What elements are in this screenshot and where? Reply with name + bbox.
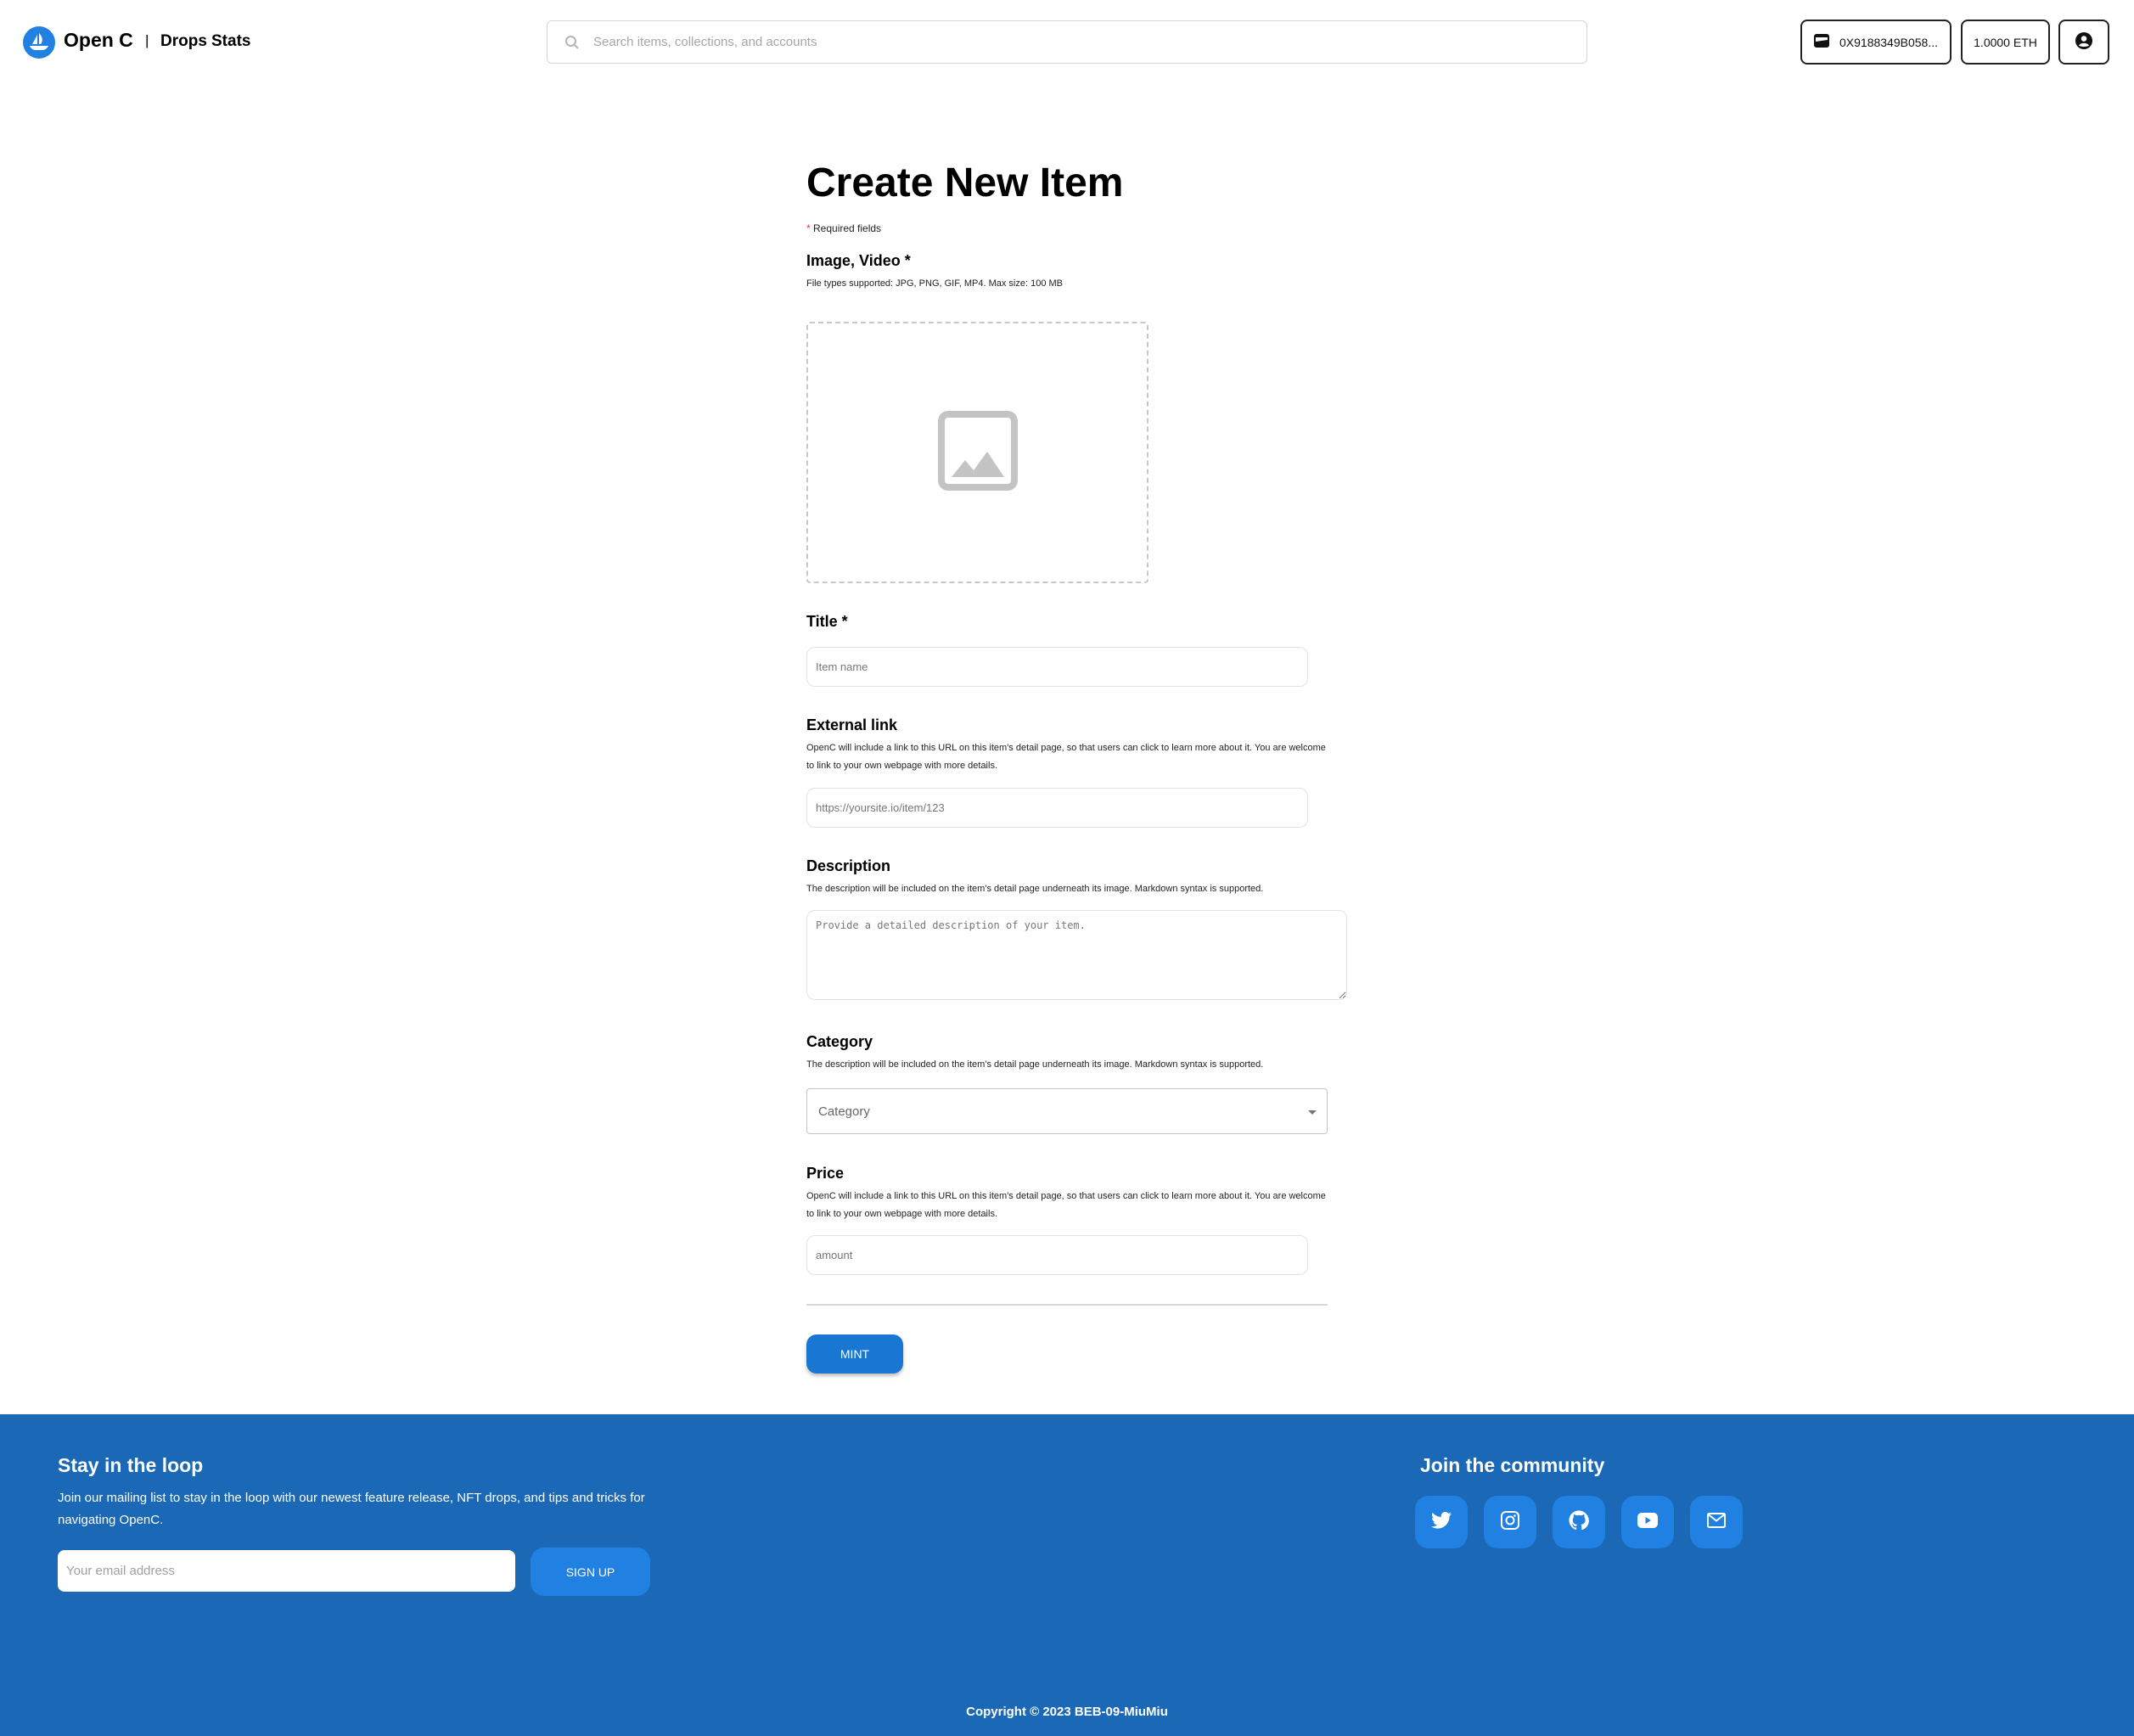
nav-separator: | [145,32,149,48]
required-fields-note: * Required fields [806,222,881,234]
copyright: Copyright © 2023 BEB-09-MiuMiu [966,1705,1168,1719]
github-link[interactable] [1553,1496,1605,1548]
twitter-icon [1431,1511,1452,1533]
brand-name[interactable]: Open C [64,29,133,52]
description-textarea[interactable] [806,910,1347,1000]
image-placeholder-icon [937,410,1018,495]
email-link[interactable] [1690,1496,1743,1548]
instagram-icon [1501,1510,1519,1534]
category-select[interactable]: Category [806,1088,1328,1134]
category-help: The description will be included on the … [806,1059,1264,1070]
newsletter-text: Join our mailing list to stay in the loo… [58,1491,645,1527]
instagram-link[interactable] [1484,1496,1536,1548]
social-links [1415,1496,1743,1548]
profile-button[interactable] [2058,20,2109,65]
newsletter-title: Stay in the loop [58,1454,204,1476]
email-icon [1707,1512,1726,1532]
external-link-label: External link [806,716,898,733]
logo-icon[interactable] [23,26,55,59]
description-help: The description will be included on the … [806,884,1264,894]
title-input[interactable] [806,647,1308,687]
wallet-address: 0X9188349B058... [1839,35,1938,49]
dropdown-arrow-icon [1308,1104,1317,1119]
media-dropzone[interactable] [806,322,1148,583]
search-bar[interactable] [547,20,1587,64]
price-input[interactable] [806,1235,1308,1275]
twitter-link[interactable] [1415,1496,1468,1548]
media-help: File types supported: JPG, PNG, GIF, MP4… [806,278,1063,289]
nav-link-stats[interactable]: Stats [211,32,250,51]
newsletter-email-input[interactable] [58,1550,515,1592]
mint-button[interactable]: MINT [806,1334,903,1374]
youtube-link[interactable] [1621,1496,1674,1548]
page-title: Create New Item [806,160,1124,205]
wallet-icon [1814,34,1839,50]
wallet-address-button[interactable]: 0X9188349B058... [1800,20,1951,65]
required-note-text: Required fields [810,222,882,234]
form-divider [806,1304,1328,1306]
category-selected-value: Category [818,1104,870,1119]
youtube-icon [1637,1512,1658,1532]
search-input[interactable] [593,35,1527,49]
external-link-help: OpenC will include a link to this URL on… [806,743,1326,771]
nav-link-drops[interactable]: Drops [160,32,207,51]
footer: Stay in the loop Join our mailing list t… [0,1414,2134,1736]
community-title: Join the community [1420,1454,1605,1476]
eth-balance: 1.0000 ETH [1974,35,2037,49]
top-navbar: Open C | Drops Stats 0X9188349B058... 1.… [0,0,2134,85]
price-label: Price [806,1165,845,1182]
media-label: Image, Video * [806,252,911,269]
account-circle-icon [2075,32,2092,52]
price-help: OpenC will include a link to this URL on… [806,1191,1326,1219]
category-label: Category [806,1033,873,1050]
external-link-input[interactable] [806,788,1308,828]
search-icon [564,35,580,50]
balance-button[interactable]: 1.0000 ETH [1961,20,2050,65]
github-icon [1569,1510,1589,1535]
description-label: Description [806,857,891,874]
title-label: Title * [806,613,848,630]
signup-button[interactable]: SIGN UP [531,1548,650,1596]
